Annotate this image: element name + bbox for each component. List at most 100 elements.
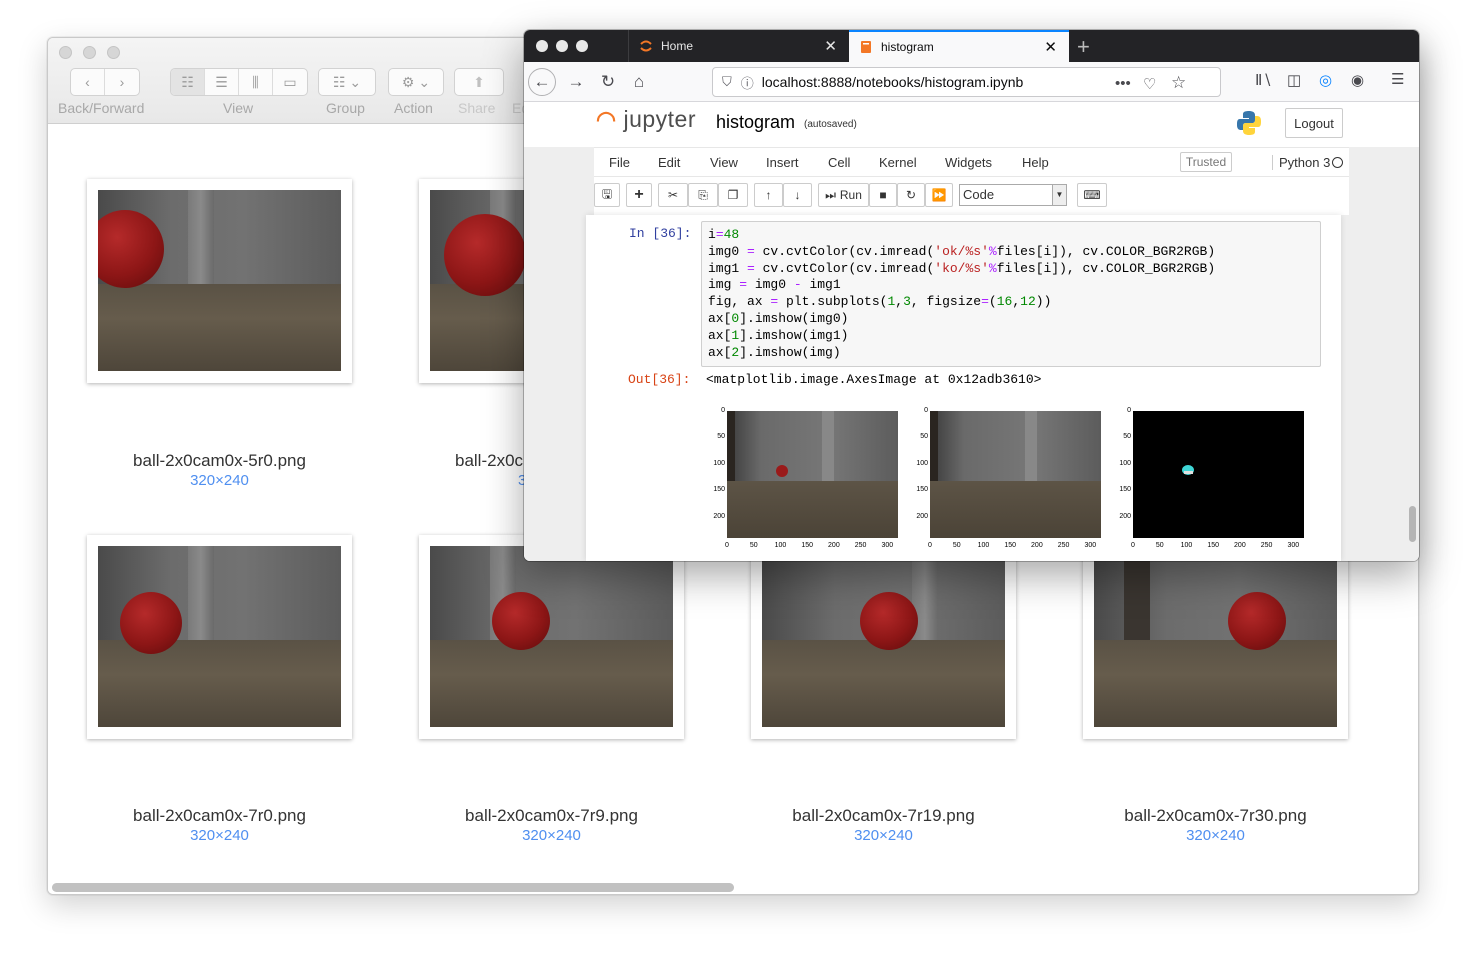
- new-tab-button[interactable]: +: [1077, 34, 1090, 60]
- scissors-icon: ✂: [667, 188, 679, 202]
- url-bar[interactable]: ⛉ ⓘ localhost:8888/notebooks/histogram.i…: [712, 67, 1221, 97]
- gallery-view-button[interactable]: ▭: [273, 69, 307, 95]
- file-name[interactable]: ball-2x0cam0x-7r0.png: [87, 806, 352, 826]
- menu-file[interactable]: File: [609, 155, 630, 170]
- icon-view-button[interactable]: ☷: [171, 69, 205, 95]
- menu-kernel[interactable]: Kernel: [879, 155, 917, 170]
- menu-insert[interactable]: Insert: [766, 155, 799, 170]
- arrow-up-icon: ↑: [765, 188, 772, 202]
- vertical-scrollbar[interactable]: [1409, 506, 1416, 542]
- forward-button[interactable]: ›: [105, 69, 139, 95]
- pocket-icon[interactable]: ♡: [1143, 75, 1156, 93]
- file-name[interactable]: ball-2x0cam0x-7r9.png: [419, 806, 684, 826]
- chevron-right-icon: ›: [119, 74, 125, 90]
- thumbnail-image: [1094, 546, 1337, 727]
- restart-icon: ↻: [905, 188, 917, 202]
- account-icon[interactable]: ◉: [1351, 71, 1364, 89]
- cut-button[interactable]: ✂: [658, 183, 688, 207]
- grid-icon: ☷: [181, 73, 194, 90]
- minimize-window-button[interactable]: [556, 40, 568, 52]
- file-dimensions: 320×240: [1186, 827, 1245, 844]
- home-button[interactable]: ⌂: [625, 68, 653, 96]
- cell-type-select[interactable]: Code ▼: [959, 184, 1067, 206]
- action-control[interactable]: ⚙ ⌄: [388, 68, 444, 96]
- move-up-button[interactable]: ↑: [754, 183, 783, 207]
- file-name[interactable]: ball-2x0cam0x-7r30.png: [1083, 806, 1348, 826]
- menu-help[interactable]: Help: [1022, 155, 1049, 170]
- trusted-badge[interactable]: Trusted: [1180, 152, 1232, 172]
- file-name[interactable]: ball-2x0cam0x-5r0.png: [87, 451, 352, 471]
- list-icon: ☰: [215, 73, 228, 90]
- file-thumbnail[interactable]: [1083, 535, 1348, 739]
- run-button[interactable]: ⏭ Run: [818, 183, 869, 207]
- axis-tick-label: 0: [725, 542, 729, 549]
- back-button[interactable]: ‹: [71, 69, 105, 95]
- close-window-button[interactable]: [536, 40, 548, 52]
- share-control[interactable]: ⬆: [454, 68, 504, 96]
- file-thumbnail[interactable]: [87, 535, 352, 739]
- command-palette-button[interactable]: ⌨: [1077, 183, 1107, 207]
- axis-tick-label: 50: [717, 433, 725, 441]
- info-icon[interactable]: ⓘ: [741, 73, 754, 92]
- sidebar-icon[interactable]: ◫: [1287, 71, 1301, 89]
- extension-icon[interactable]: ◎: [1319, 71, 1332, 89]
- logout-button[interactable]: Logout: [1285, 108, 1343, 138]
- navigation-bar: ← → ↻ ⌂ ⛉ ⓘ localhost:8888/notebooks/his…: [524, 62, 1419, 102]
- close-window-button[interactable]: [59, 46, 72, 59]
- axis-tick-label: 250: [854, 542, 867, 549]
- chevron-left-icon: ‹: [85, 74, 90, 90]
- tab-histogram[interactable]: histogram ✕: [849, 30, 1069, 62]
- file-thumbnail[interactable]: [419, 535, 684, 739]
- file-thumbnail[interactable]: [751, 535, 1016, 739]
- reload-button[interactable]: ↻: [594, 68, 622, 96]
- menu-view[interactable]: View: [710, 155, 738, 170]
- insert-cell-button[interactable]: +: [626, 183, 652, 207]
- file-thumbnail[interactable]: [87, 179, 352, 383]
- page-actions-icon[interactable]: •••: [1115, 75, 1131, 92]
- forward-button[interactable]: →: [562, 68, 590, 96]
- axis-tick-label: 0: [928, 542, 932, 549]
- horizontal-scrollbar[interactable]: [52, 883, 734, 892]
- group-control[interactable]: ☷ ⌄: [318, 68, 376, 96]
- minimize-window-button[interactable]: [83, 46, 96, 59]
- interrupt-button[interactable]: ■: [869, 183, 897, 207]
- restart-run-all-button[interactable]: ⏩: [925, 183, 953, 207]
- axis-tick-label: 150: [1004, 542, 1016, 549]
- python-logo-icon: [1237, 111, 1261, 135]
- group-icon: ☷ ⌄: [332, 73, 362, 90]
- list-view-button[interactable]: ☰: [205, 69, 239, 95]
- zoom-window-button[interactable]: [107, 46, 120, 59]
- paste-button[interactable]: ❐: [718, 183, 748, 207]
- menu-cell[interactable]: Cell: [828, 155, 850, 170]
- move-down-button[interactable]: ↓: [783, 183, 812, 207]
- close-tab-icon[interactable]: ✕: [1044, 38, 1057, 56]
- url-text[interactable]: localhost:8888/notebooks/histogram.ipynb: [762, 74, 1024, 90]
- bookmark-star-icon[interactable]: ☆: [1171, 73, 1186, 93]
- shield-icon[interactable]: ⛉: [722, 74, 732, 90]
- thumbnail-image: [430, 546, 673, 727]
- copy-button[interactable]: ⎘: [688, 183, 718, 207]
- save-button[interactable]: 🖫: [594, 183, 620, 207]
- axis-tick-label: 0: [1127, 407, 1131, 414]
- code-cell-editor[interactable]: i=48 img0 = cv.cvtColor(cv.imread('ok/%s…: [701, 221, 1321, 367]
- stop-icon: ■: [879, 188, 887, 202]
- menu-edit[interactable]: Edit: [658, 155, 680, 170]
- close-tab-icon[interactable]: ✕: [824, 37, 837, 55]
- menu-widgets[interactable]: Widgets: [945, 155, 992, 170]
- tab-home[interactable]: Home ✕: [628, 30, 849, 62]
- axis-tick-label: 150: [801, 542, 813, 549]
- file-name[interactable]: ball-2x0cam0x-7r19.png: [751, 806, 1016, 826]
- hamburger-menu-icon[interactable]: ☰: [1391, 70, 1404, 88]
- notebook-title[interactable]: histogram: [716, 112, 795, 133]
- tab-label: Home: [661, 39, 694, 53]
- dropdown-arrow-icon: ▼: [1052, 185, 1066, 205]
- column-view-button[interactable]: ⫼: [239, 69, 273, 95]
- restart-button[interactable]: ↻: [897, 183, 925, 207]
- axis-tick-label: 0: [721, 407, 725, 414]
- library-icon[interactable]: Ⅱ∖: [1255, 71, 1272, 89]
- jupyter-logo[interactable]: ◠ jupyter: [596, 106, 696, 133]
- back-button[interactable]: ←: [528, 68, 556, 96]
- code-line: img0 = cv.cvtColor(cv.imread('ok/%s'%fil…: [708, 243, 1216, 259]
- tab-bar: Home ✕ histogram ✕ +: [524, 30, 1419, 62]
- zoom-window-button[interactable]: [576, 40, 588, 52]
